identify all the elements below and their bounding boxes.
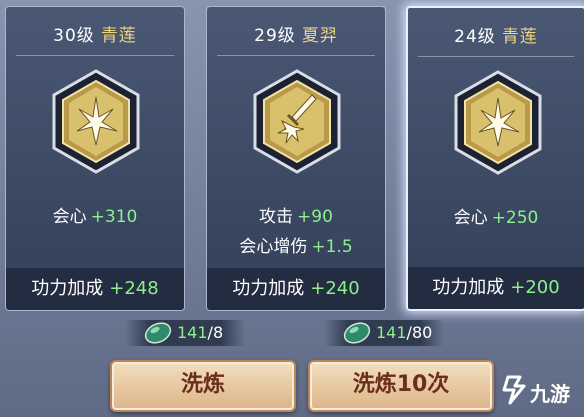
card-title: 29级 夏羿 — [207, 21, 385, 46]
stat-row: 攻击 +90 — [207, 205, 385, 235]
stat-row: 会心 +310 — [6, 205, 184, 235]
stat-label: 会心 — [453, 208, 488, 228]
card-level: 24级 — [454, 27, 496, 47]
stat-value: +90 — [297, 207, 333, 227]
cost-need: 8 — [212, 323, 224, 342]
bonus-label: 功力加成 — [432, 277, 505, 298]
stat-value: +310 — [90, 207, 138, 227]
stat-value: +250 — [491, 208, 539, 228]
stat-label: 会心增伤 — [239, 237, 308, 257]
refine-10-button[interactable]: 洗炼10次 — [308, 360, 494, 412]
card-name: 青莲 — [501, 27, 538, 47]
divider — [16, 55, 174, 56]
stat-label: 会心 — [52, 207, 87, 227]
refine-cost: 141/8 — [125, 320, 245, 346]
bonus-label: 功力加成 — [232, 278, 305, 299]
stat-list: 会心 +250 — [408, 206, 584, 236]
gem-card-1[interactable]: 30级 青莲 会心 +310 功力加成 +248 — [5, 6, 185, 311]
stat-row: 会心增伤 +1.5 — [207, 235, 385, 265]
bonus-value: +200 — [510, 277, 560, 298]
crit-burst-icon — [52, 69, 140, 174]
sword-burst-icon — [253, 69, 341, 174]
stat-row: 会心 +250 — [408, 206, 584, 236]
jiuyou-logo — [502, 375, 526, 405]
jade-stone-icon — [144, 322, 172, 344]
bonus-value: +248 — [109, 278, 159, 299]
crit-burst-icon — [454, 70, 542, 175]
card-name: 青莲 — [100, 26, 137, 46]
card-title: 24级 青莲 — [408, 22, 584, 47]
cost-have: 141 — [376, 323, 407, 342]
card-title: 30级 青莲 — [6, 21, 184, 46]
power-bonus: 功力加成 +248 — [6, 268, 184, 310]
power-bonus: 功力加成 +200 — [408, 267, 584, 309]
power-bonus: 功力加成 +240 — [207, 268, 385, 310]
watermark-text: 九游 — [530, 382, 570, 406]
gem-card-3[interactable]: 24级 青莲 会心 +250 功力加成 +200 — [406, 6, 584, 311]
jade-stone-icon — [343, 322, 371, 344]
card-level: 30级 — [53, 26, 95, 46]
refine-button[interactable]: 洗炼 — [110, 360, 296, 412]
cost-text: 141/80 — [376, 323, 432, 342]
bonus-value: +240 — [310, 278, 360, 299]
stat-value: +1.5 — [311, 237, 353, 257]
card-level: 29级 — [254, 26, 296, 46]
bonus-label: 功力加成 — [31, 278, 104, 299]
refine10-cost: 141/80 — [324, 320, 444, 346]
card-name: 夏羿 — [301, 26, 338, 46]
divider — [217, 55, 375, 56]
divider — [418, 56, 574, 57]
cost-text: 141/8 — [177, 323, 223, 342]
stat-list: 会心 +310 — [6, 205, 184, 235]
cost-have: 141 — [177, 323, 208, 342]
stat-label: 攻击 — [259, 207, 294, 227]
gem-card-2[interactable]: 29级 夏羿 攻击 +90 会心增伤 +1.5 功力加成 +240 — [206, 6, 386, 311]
stat-list: 攻击 +90 会心增伤 +1.5 — [207, 205, 385, 265]
cost-need: 80 — [411, 323, 433, 342]
